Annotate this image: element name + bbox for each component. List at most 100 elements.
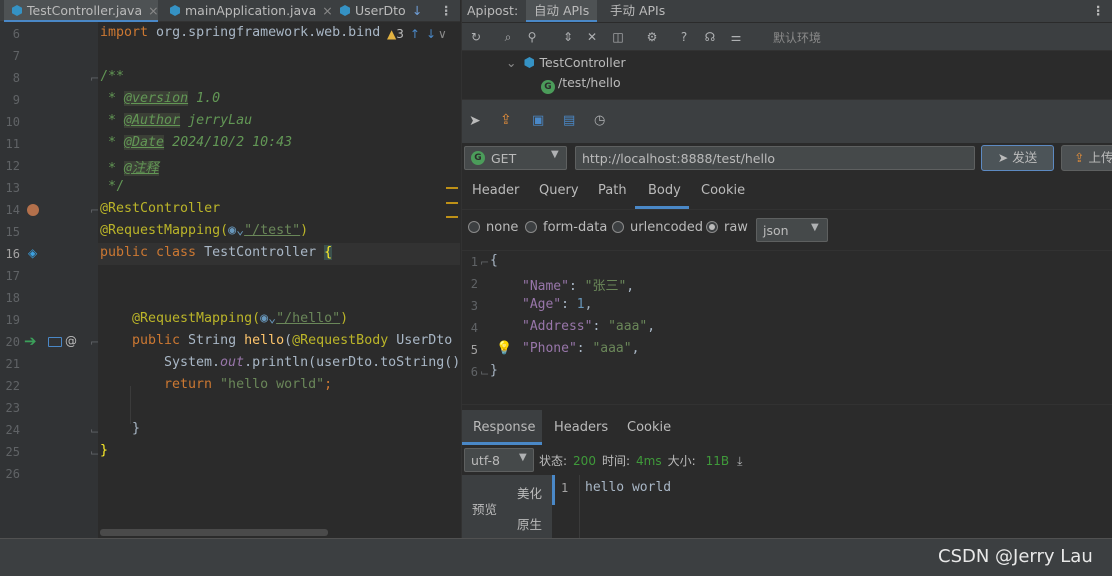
horizontal-scrollbar[interactable] xyxy=(100,529,328,536)
warning-marker[interactable] xyxy=(446,216,458,218)
tab-path[interactable]: Path xyxy=(598,183,627,198)
line-number: 3 xyxy=(470,299,478,313)
tab-header[interactable]: Header xyxy=(472,183,519,198)
send-button[interactable]: ➤ 发送 xyxy=(981,145,1054,171)
fold-icon[interactable]: ⌐ xyxy=(90,336,99,349)
tab-cookie[interactable]: Cookie xyxy=(701,183,745,198)
request-toolbar: ➤ ⇪ ▣ ▤ ◷ xyxy=(462,99,1112,143)
code-line-25[interactable]: } xyxy=(100,443,108,458)
arrow-down-icon: ↓ xyxy=(425,27,436,41)
code-line-19[interactable]: @RequestMapping(◉⌄"/hello") xyxy=(132,311,348,326)
tree-icon[interactable]: ⚲ xyxy=(524,29,540,45)
fold-icon[interactable]: ⌙ xyxy=(90,424,99,437)
close-icon[interactable]: × xyxy=(322,3,332,18)
code-line-12[interactable]: * @注释 xyxy=(100,157,159,176)
line-number: 21 xyxy=(5,357,20,371)
web-request-icon[interactable] xyxy=(48,337,62,347)
preview-tab[interactable]: 预览 xyxy=(472,499,497,518)
upload-button[interactable]: ⇪ 上传 xyxy=(1061,145,1112,171)
code-line-20[interactable]: public String hello(@RequestBody UserDto xyxy=(132,333,452,348)
divider xyxy=(462,209,1112,210)
tab-testcontroller[interactable]: TestController.java × xyxy=(4,0,159,22)
tab-response-cookie[interactable]: Cookie xyxy=(627,420,671,435)
line-number: 18 xyxy=(5,291,20,305)
code-line-9[interactable]: * @version 1.0 xyxy=(100,91,220,106)
code-line-22[interactable]: return "hello world"; xyxy=(164,377,332,392)
fold-icon[interactable]: ⌐ xyxy=(90,72,99,85)
line-number: 20 xyxy=(5,335,20,349)
lightbulb-icon[interactable]: 💡 xyxy=(496,341,512,356)
warning-marker[interactable] xyxy=(446,187,458,189)
warning-marker[interactable] xyxy=(446,202,458,204)
fold-icon[interactable]: ⌐ xyxy=(480,256,489,269)
tab-auto-apis[interactable]: 自动 APIs xyxy=(526,0,598,22)
tab-mainapplication[interactable]: mainApplication.java × xyxy=(164,0,334,22)
send-arrow-icon[interactable]: ➤ xyxy=(469,113,481,129)
tree-endpoint-node[interactable]: G/test/hello xyxy=(541,75,621,94)
radio-raw[interactable]: raw xyxy=(706,220,748,235)
more-options-icon[interactable]: ⋮ xyxy=(1092,0,1105,22)
radio-none[interactable]: none xyxy=(468,220,518,235)
export-icon[interactable]: ⇪ xyxy=(500,112,512,128)
java-class-icon xyxy=(340,5,350,16)
tab-query[interactable]: Query xyxy=(539,183,579,198)
bean-icon[interactable] xyxy=(27,204,39,216)
search-icon[interactable]: ⌕ xyxy=(500,29,516,45)
more-options-icon[interactable]: ⋮ xyxy=(440,0,456,22)
spring-bean-icon[interactable]: ◈ xyxy=(28,247,40,259)
line-number: 7 xyxy=(12,49,20,63)
code-line-21[interactable]: System.out.println(userDto.toString() xyxy=(164,355,460,370)
line-number: 1 xyxy=(470,255,478,269)
save-icon[interactable]: ▣ xyxy=(532,113,544,128)
sliders-icon[interactable]: ⚌ xyxy=(728,29,744,45)
line-number: 2 xyxy=(470,277,478,291)
code-line-15[interactable]: @RequestMapping(◉⌄"/test") xyxy=(100,223,308,238)
code-line-8[interactable]: /** xyxy=(100,69,124,84)
tree-controller-node[interactable]: ⌄ TestController xyxy=(506,55,626,70)
tab-body[interactable]: Body xyxy=(648,183,681,198)
warning-indicator[interactable]: ▲3 ↑ ↓ ∨ xyxy=(387,27,447,41)
code-line-6[interactable]: import org.springframework.web.bind xyxy=(100,25,380,40)
radio-circle xyxy=(468,221,480,233)
environment-selector[interactable]: 默认环境 xyxy=(773,29,821,46)
code-line-14[interactable]: @RestController xyxy=(100,201,220,216)
radio-form-data[interactable]: form-data xyxy=(525,220,607,235)
radio-circle xyxy=(612,221,624,233)
close-icon[interactable]: × xyxy=(148,3,158,18)
tab-headers[interactable]: Headers xyxy=(554,420,608,435)
history-icon[interactable]: ◷ xyxy=(594,113,605,128)
code-line-10[interactable]: * @Author jerryLau xyxy=(100,113,252,128)
collapse-icon[interactable]: ✕ xyxy=(584,29,600,45)
method-select[interactable]: G GET ▼ xyxy=(464,146,567,170)
line-number: 4 xyxy=(470,321,478,335)
encoding-select[interactable]: utf-8 ▼ xyxy=(464,448,534,472)
format-select[interactable]: json ▼ xyxy=(756,218,828,242)
settings-icon[interactable]: ⚙ xyxy=(644,29,660,45)
raw-view-tab[interactable]: 原生 xyxy=(517,514,542,533)
url-input[interactable]: http://localhost:8888/test/hello xyxy=(575,146,975,170)
fold-icon[interactable]: ⌙ xyxy=(480,366,489,379)
tab-userdto[interactable]: UserDto xyxy=(338,0,410,22)
arrow-down-icon[interactable]: ↓ xyxy=(412,0,428,22)
code-editor: TestController.java × mainApplication.jav… xyxy=(0,0,460,538)
fold-icon[interactable]: ⌐ xyxy=(90,204,99,217)
code-line-11[interactable]: * @Date 2024/10/2 10:43 xyxy=(100,135,292,150)
document-icon[interactable]: ▤ xyxy=(563,113,575,128)
code-line-24[interactable]: } xyxy=(132,421,140,436)
pretty-view-tab[interactable]: 美化 xyxy=(517,483,542,502)
help-icon[interactable]: ? xyxy=(676,29,692,45)
layout-icon[interactable]: ◫ xyxy=(610,29,626,45)
at-icon[interactable]: @ xyxy=(65,334,77,348)
fold-icon[interactable]: ⌙ xyxy=(90,446,99,459)
active-view-indicator xyxy=(552,475,555,505)
run-arrow-icon[interactable]: ➔ xyxy=(24,334,37,349)
headphones-icon[interactable]: ☊ xyxy=(702,29,718,45)
expand-icon[interactable]: ⇕ xyxy=(560,29,576,45)
line-number: 10 xyxy=(5,115,20,129)
code-line-16[interactable]: public class TestController { xyxy=(100,245,333,260)
tab-manual-apis[interactable]: 手动 APIs xyxy=(610,0,665,22)
tab-response[interactable]: Response xyxy=(473,420,535,435)
radio-urlencoded[interactable]: urlencoded xyxy=(612,220,703,235)
code-line-13[interactable]: */ xyxy=(100,179,124,194)
refresh-icon[interactable]: ↻ xyxy=(468,29,484,45)
